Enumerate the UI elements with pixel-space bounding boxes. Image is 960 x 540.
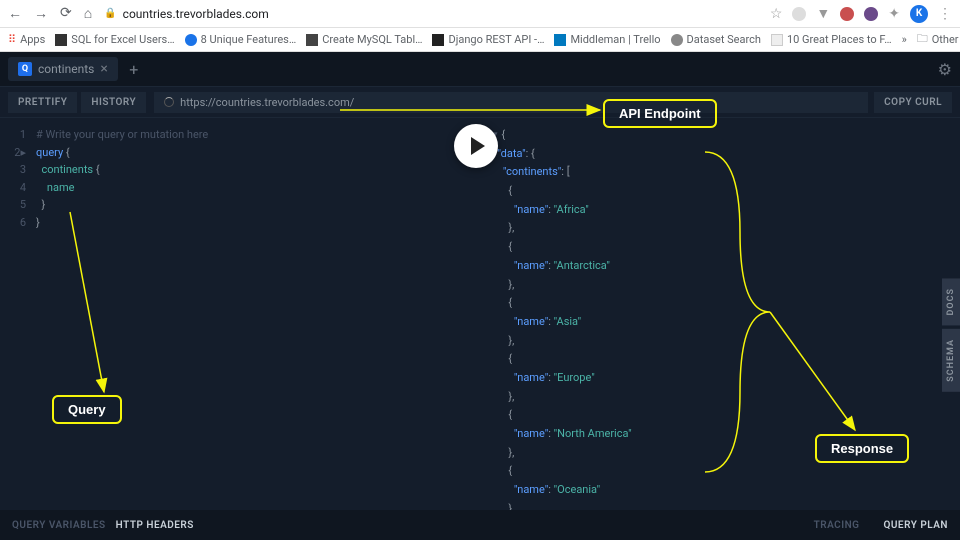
bookmark-item[interactable]: 8 Unique Features…: [185, 33, 297, 46]
nav-arrows: ← → ⟳ ⌂: [8, 5, 92, 22]
chrome-actions: ☆ ▼ ✦ K ⋮: [770, 5, 952, 23]
bookmark-item[interactable]: Middleman | Trello: [554, 33, 660, 46]
query-variables-tab[interactable]: QUERY VARIABLES: [12, 520, 106, 531]
schema-tab[interactable]: SCHEMA: [942, 329, 960, 392]
annotation-endpoint: API Endpoint: [603, 99, 717, 128]
bookmarks-bar: ⠿Apps SQL for Excel Users… 8 Unique Feat…: [0, 28, 960, 52]
new-tab-button[interactable]: +: [122, 57, 146, 81]
gear-icon[interactable]: ⚙: [938, 60, 952, 79]
url-text: countries.trevorblades.com: [123, 7, 269, 21]
bookmark-item[interactable]: Dataset Search: [671, 33, 761, 46]
extensions-icon[interactable]: ✦: [888, 6, 900, 22]
lock-icon: 🔒: [104, 8, 116, 19]
docs-tab[interactable]: DOCS: [942, 278, 960, 325]
bookmark-item[interactable]: 10 Great Places to F…: [771, 33, 892, 46]
bottom-bar: QUERY VARIABLES HTTP HEADERS TRACING QUE…: [0, 510, 960, 540]
apps-button[interactable]: ⠿Apps: [8, 33, 45, 46]
ext-icon-3[interactable]: [840, 7, 854, 21]
bookmark-item[interactable]: SQL for Excel Users…: [55, 33, 174, 46]
tab-active[interactable]: Q continents ×: [8, 57, 118, 81]
http-headers-tab[interactable]: HTTP HEADERS: [116, 520, 194, 531]
query-badge-icon: Q: [18, 62, 32, 76]
bookmark-item[interactable]: Create MySQL Tabl…: [306, 33, 422, 46]
star-icon[interactable]: ☆: [770, 6, 783, 22]
query-editor[interactable]: 1# Write your query or mutation here 2▸q…: [0, 118, 480, 510]
menu-icon[interactable]: ⋮: [938, 6, 952, 22]
annotation-query: Query: [52, 395, 122, 424]
playground-toolbar: PRETTIFY HISTORY https://countries.trevo…: [0, 86, 960, 118]
other-bookmarks[interactable]: 🗀Other bookmarks: [917, 30, 960, 49]
graphql-playground: Q continents × + ⚙ PRETTIFY HISTORY http…: [0, 52, 960, 540]
run-button[interactable]: [454, 124, 498, 168]
prettify-button[interactable]: PRETTIFY: [8, 92, 77, 113]
back-button[interactable]: ←: [8, 5, 22, 22]
tab-label: continents: [38, 62, 94, 76]
history-button[interactable]: HISTORY: [81, 92, 146, 113]
bookmark-item[interactable]: Django REST API -…: [432, 33, 544, 46]
query-plan-tab[interactable]: QUERY PLAN: [883, 520, 948, 531]
side-tabs: DOCS SCHEMA: [942, 278, 960, 392]
endpoint-url: https://countries.trevorblades.com/: [180, 96, 354, 109]
ext-icon-4[interactable]: [864, 7, 878, 21]
forward-button[interactable]: →: [34, 5, 48, 22]
close-icon[interactable]: ×: [100, 61, 107, 77]
copy-curl-button[interactable]: COPY CURL: [874, 92, 952, 113]
profile-avatar[interactable]: K: [910, 5, 928, 23]
ext-icon-1[interactable]: [792, 7, 806, 21]
address-bar[interactable]: 🔒 countries.trevorblades.com: [104, 7, 269, 21]
reload-button[interactable]: ⟳: [60, 5, 72, 22]
tracing-tab[interactable]: TRACING: [814, 520, 860, 531]
play-icon: [471, 137, 485, 155]
tabs-row: Q continents × + ⚙: [0, 52, 960, 86]
loading-icon: [164, 97, 174, 107]
bookmarks-overflow[interactable]: »: [902, 33, 907, 46]
ext-icon-2[interactable]: ▼: [816, 5, 830, 22]
browser-toolbar: ← → ⟳ ⌂ 🔒 countries.trevorblades.com ☆ ▼…: [0, 0, 960, 28]
endpoint-input[interactable]: https://countries.trevorblades.com/: [154, 92, 868, 113]
home-button[interactable]: ⌂: [84, 5, 92, 22]
annotation-response: Response: [815, 434, 909, 463]
